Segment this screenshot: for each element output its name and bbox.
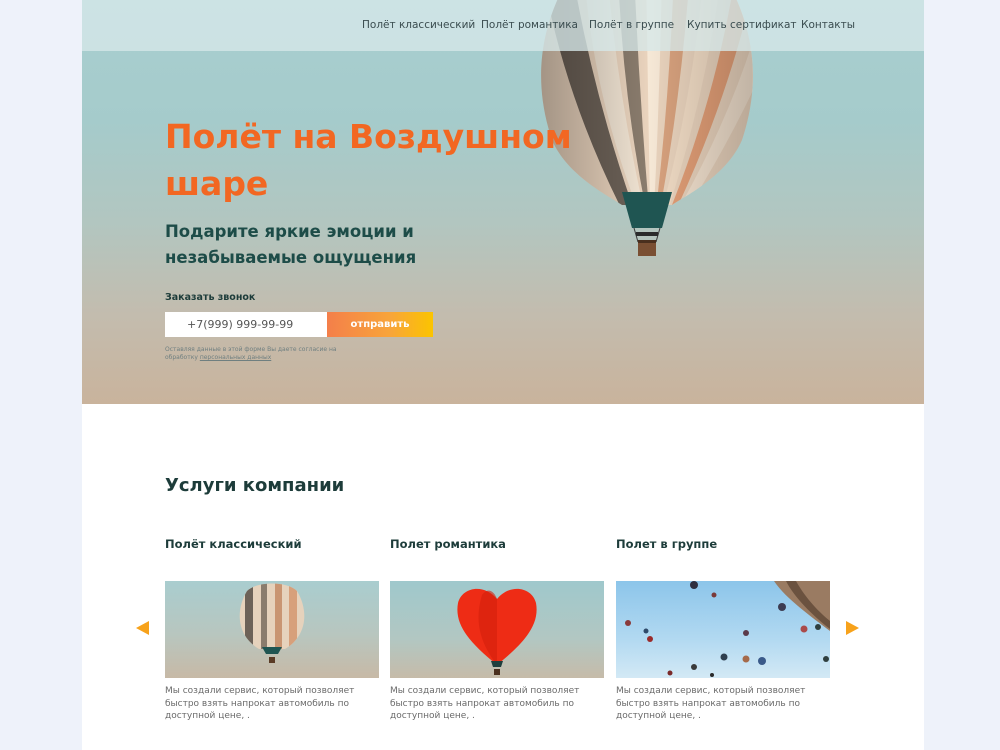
card-title: Полет романтика (390, 537, 506, 551)
card-description: Мы создали сервис, который позволяет быс… (616, 686, 806, 721)
card-description: Мы создали сервис, который позволяет быс… (390, 686, 580, 721)
classic-balloon-image (165, 581, 379, 678)
service-card-classic[interactable]: Полёт классический Мы создали сервис, ко… (165, 537, 379, 723)
service-card-group[interactable]: Полет в группе Мы создали сервис, которы… (616, 537, 830, 723)
order-call-label: Заказать звонок (165, 292, 256, 303)
consent-note: Оставляя данные в этой форме Вы даете со… (165, 346, 365, 362)
phone-input[interactable] (165, 312, 327, 337)
heart-balloon-image (390, 581, 604, 678)
service-card-romantic[interactable]: Полет романтика Мы создали сервис, котор… (390, 537, 604, 723)
send-button[interactable]: отправить (327, 312, 433, 337)
hero-section: Полёт классический Полёт романтика Полёт… (82, 0, 924, 404)
services-title: Услуги компании (165, 475, 345, 496)
group-balloons-image (616, 581, 830, 678)
hero-subtitle: Подарите яркие эмоции и незабываемые ощу… (165, 222, 417, 267)
nav-link-contacts[interactable]: Контакты (801, 19, 855, 31)
top-navigation: Полёт классический Полёт романтика Полёт… (82, 0, 924, 51)
card-title: Полет в группе (616, 537, 718, 551)
hero-title: Полёт на Воздушном шаре (165, 117, 572, 203)
card-description: Мы создали сервис, который позволяет быс… (165, 686, 355, 721)
nav-link-group-flight[interactable]: Полёт в группе (589, 19, 674, 31)
arrow-right-icon[interactable] (846, 621, 859, 635)
nav-link-romantic-flight[interactable]: Полёт романтика (481, 19, 578, 31)
arrow-left-icon[interactable] (136, 621, 149, 635)
card-title: Полёт классический (165, 537, 302, 551)
nav-link-classic-flight[interactable]: Полёт классический (362, 19, 475, 31)
nav-link-buy-certificate[interactable]: Купить сертификат (687, 19, 797, 31)
page: Полёт классический Полёт романтика Полёт… (82, 0, 924, 750)
personal-data-link[interactable]: персональных данных (200, 354, 271, 361)
